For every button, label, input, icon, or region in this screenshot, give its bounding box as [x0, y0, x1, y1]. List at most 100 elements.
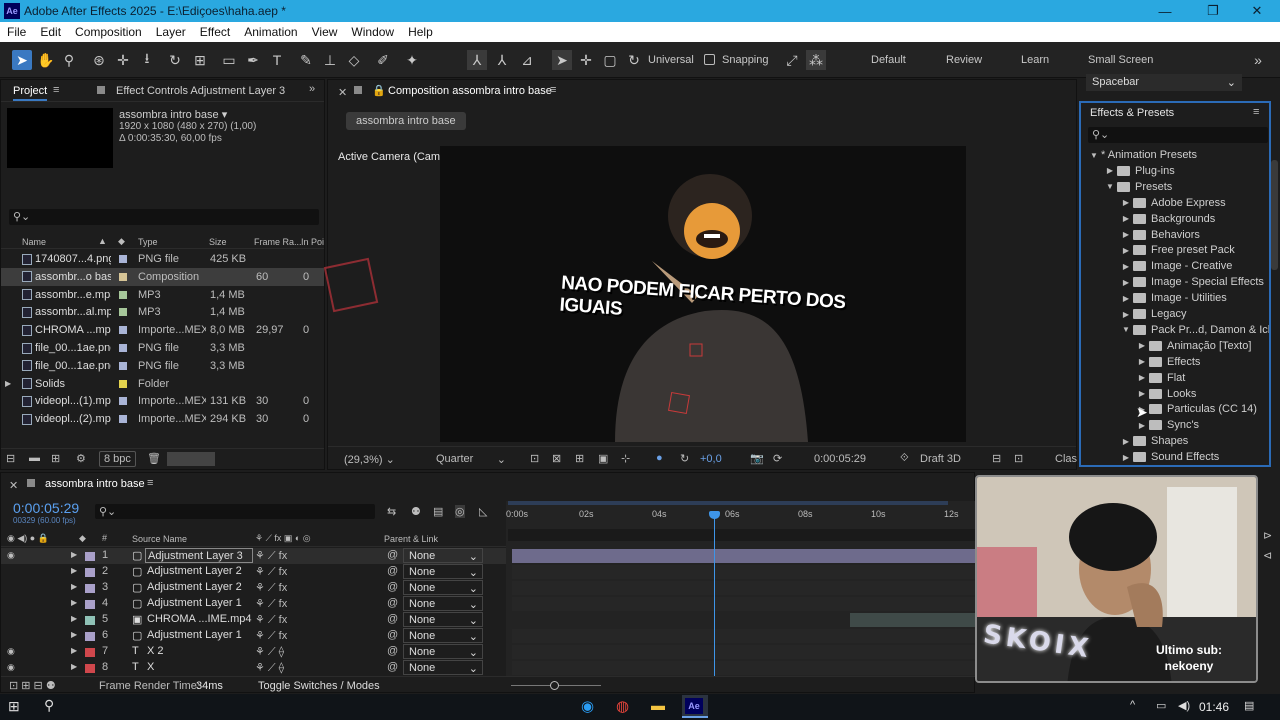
tab-project[interactable]: Project [13, 85, 48, 101]
pickwhip-icon[interactable]: @ [387, 613, 398, 625]
chevron-right-icon[interactable]: ▶ [71, 630, 77, 639]
comp-breadcrumb[interactable]: assombra intro base [346, 112, 466, 130]
timeline-layer-row[interactable]: ◉ ▶ 1 ▢ Adjustment Layer 3 ⚘ ⟋ fx @ None ⌄ [1, 548, 506, 564]
workspace-small-screen[interactable]: Small Screen [1088, 54, 1153, 66]
exposure-value[interactable]: +0,0 [700, 453, 722, 465]
more-workspaces-icon[interactable]: » [1248, 50, 1268, 70]
file-explorer-icon[interactable]: ▬ [651, 697, 665, 713]
new-folder-icon[interactable]: ▬ [29, 452, 40, 464]
pickwhip-icon[interactable]: @ [387, 645, 398, 657]
comp-menu-icon[interactable]: ≡ [550, 84, 556, 96]
work-area-bar[interactable] [508, 501, 948, 505]
layer-name[interactable]: X [145, 660, 253, 675]
chevron-right-icon[interactable]: ▶ [71, 598, 77, 607]
effects-search-input[interactable]: ⚲⌄ [1088, 127, 1268, 143]
parent-dropdown[interactable]: None ⌄ [403, 612, 483, 627]
zoom-slider-thumb[interactable] [550, 681, 559, 690]
col-size[interactable]: Size [209, 237, 227, 247]
layer-switches-icon[interactable]: ⚘ ⟋ ⟠ [255, 661, 284, 675]
project-search-input[interactable]: ⚲⌄ [9, 209, 319, 225]
effects-tree-item[interactable]: ▶ Legacy [1119, 306, 1187, 322]
select-3d-icon[interactable]: ➤ [552, 50, 572, 70]
pickwhip-icon[interactable]: @ [387, 629, 398, 641]
chevron-right-icon[interactable]: ▶ [1135, 341, 1149, 350]
pickwhip-icon[interactable]: @ [387, 661, 398, 673]
help-search-input[interactable]: Spacebar ⌄ [1086, 74, 1242, 91]
snap-edge-icon[interactable]: ⤢ [782, 50, 802, 70]
parent-dropdown[interactable]: None ⌄ [403, 644, 483, 659]
extended-viewer-icon[interactable]: ⊡ [1014, 452, 1023, 465]
chevron-right-icon[interactable]: ▶ [1103, 166, 1117, 175]
effects-tree-item[interactable]: ▶ Effects [1135, 354, 1201, 370]
tab-effect-controls[interactable]: Effect Controls Adjustment Layer 3 [116, 85, 285, 97]
zoom-dropdown[interactable]: (29,3%) ⌄ [344, 453, 395, 466]
timeline-layer-row[interactable]: ▶ 4 ▢ Adjustment Layer 1 ⚘ ⟋ fx @ None ⌄ [1, 596, 506, 612]
effects-tree-item[interactable]: ▶ Plug-ins [1103, 163, 1175, 179]
label-color-chip[interactable] [85, 664, 95, 673]
layer-duration-bar[interactable] [512, 597, 976, 611]
timeline-layer-row[interactable]: ▶ 5 ▣ CHROMA ...IME.mp4 ⚘ ⟋ fx @ None ⌄ [1, 612, 506, 628]
menu-edit[interactable]: Edit [33, 25, 68, 39]
guides-icon[interactable]: ⊹ [621, 452, 630, 465]
effects-tree-item[interactable]: ▶ Behaviors [1119, 227, 1200, 243]
chevron-right-icon[interactable]: ▶ [1119, 246, 1133, 255]
mask-visibility-icon[interactable]: ⊞ [575, 452, 584, 465]
workspace-default[interactable]: Default [871, 54, 906, 66]
roto-brush-icon[interactable]: ✐ [373, 50, 393, 70]
menu-view[interactable]: View [305, 25, 345, 39]
label-color-chip[interactable] [119, 308, 127, 317]
chevron-right-icon[interactable]: ▶ [71, 550, 77, 559]
graph-editor-icon[interactable]: ◺ [479, 505, 487, 518]
chevron-right-icon[interactable]: ▶ [71, 614, 77, 623]
after-effects-taskbar-button[interactable]: Ae [682, 695, 708, 718]
label-color-chip[interactable] [85, 584, 95, 593]
chevron-right-icon[interactable]: ▶ [1119, 230, 1133, 239]
dock-icon-2[interactable]: ⊲ [1263, 549, 1272, 562]
resolution-dropdown[interactable]: Quarter ⌄ [436, 453, 506, 466]
timeline-search-input[interactable]: ⚲⌄ [95, 504, 375, 519]
pan-behind-icon[interactable]: ⊞ [190, 50, 210, 70]
frame-blending-icon[interactable]: ▤ [433, 505, 443, 518]
timeline-layer-row[interactable]: ▶ 3 ▢ Adjustment Layer 2 ⚘ ⟋ fx @ None ⌄ [1, 580, 506, 596]
layer-name[interactable]: Adjustment Layer 2 [145, 564, 253, 579]
chevron-right-icon[interactable]: ▶ [1135, 389, 1149, 398]
minimize-icon[interactable]: — [1142, 0, 1188, 22]
effects-tree-item[interactable]: ▼ Pack Pr...d, Damon & Ichigo [1119, 322, 1269, 338]
time-ruler[interactable]: 0:00s 02s 04s 06s 08s 10s 12s [506, 509, 976, 523]
move-3d-icon[interactable]: ✛ [576, 50, 596, 70]
effects-tree-item[interactable]: ▼ * Animation Presets [1087, 147, 1197, 163]
new-composition-icon[interactable]: ⊞ [51, 452, 60, 465]
menu-layer[interactable]: Layer [149, 25, 193, 39]
dock-icon[interactable]: ⊳ [1263, 529, 1272, 542]
label-color-chip[interactable] [119, 415, 127, 424]
effects-tree-item[interactable]: ▼ Presets [1103, 179, 1172, 195]
toggle-switches-modes[interactable]: Toggle Switches / Modes [258, 680, 380, 692]
menu-file[interactable]: File [0, 25, 33, 39]
parent-dropdown[interactable]: None ⌄ [403, 596, 483, 611]
col-in-point[interactable]: In Poi [301, 237, 324, 247]
effects-tree-item[interactable]: ▶ Shapes [1119, 433, 1188, 449]
chevron-down-icon[interactable]: ▼ [1119, 325, 1133, 334]
snap-grid-icon[interactable]: ⁂ [806, 50, 826, 70]
draft-3d-icon[interactable]: ⟐ [900, 452, 909, 465]
interpret-footage-icon[interactable]: ⊟ [6, 452, 15, 465]
close-tab-icon[interactable]: ✕ [338, 86, 347, 99]
selection-tool-icon[interactable]: ➤ [12, 50, 32, 70]
effects-tree-item[interactable]: ▶ Image - Utilities [1119, 290, 1227, 306]
pickwhip-icon[interactable]: @ [387, 581, 398, 593]
effects-tree-item[interactable]: ▶ Flat [1135, 370, 1185, 386]
orbit-camera-icon[interactable]: ⊛ [89, 50, 109, 70]
volume-icon[interactable]: ◀) [1178, 699, 1190, 712]
expand-icon[interactable]: ▶ [5, 379, 11, 388]
reset-exposure-icon[interactable]: ↻ [680, 452, 689, 465]
snapping-checkbox[interactable] [704, 54, 715, 65]
layer-duration-bar[interactable] [512, 661, 976, 675]
rectangle-tool-icon[interactable]: ▭ [219, 50, 239, 70]
parent-dropdown[interactable]: None ⌄ [403, 660, 483, 675]
chevron-right-icon[interactable]: ▶ [1119, 294, 1133, 303]
project-settings-icon[interactable]: ⚙ [76, 452, 86, 465]
project-item[interactable]: videopl...(1).mp4 Importe...MEX 131 KB 30 0 [1, 392, 324, 410]
layer-duration-bar[interactable] [512, 565, 976, 579]
project-item[interactable]: ▶ Solids Folder [1, 375, 324, 393]
chrome-icon[interactable]: ◍ [616, 697, 629, 715]
